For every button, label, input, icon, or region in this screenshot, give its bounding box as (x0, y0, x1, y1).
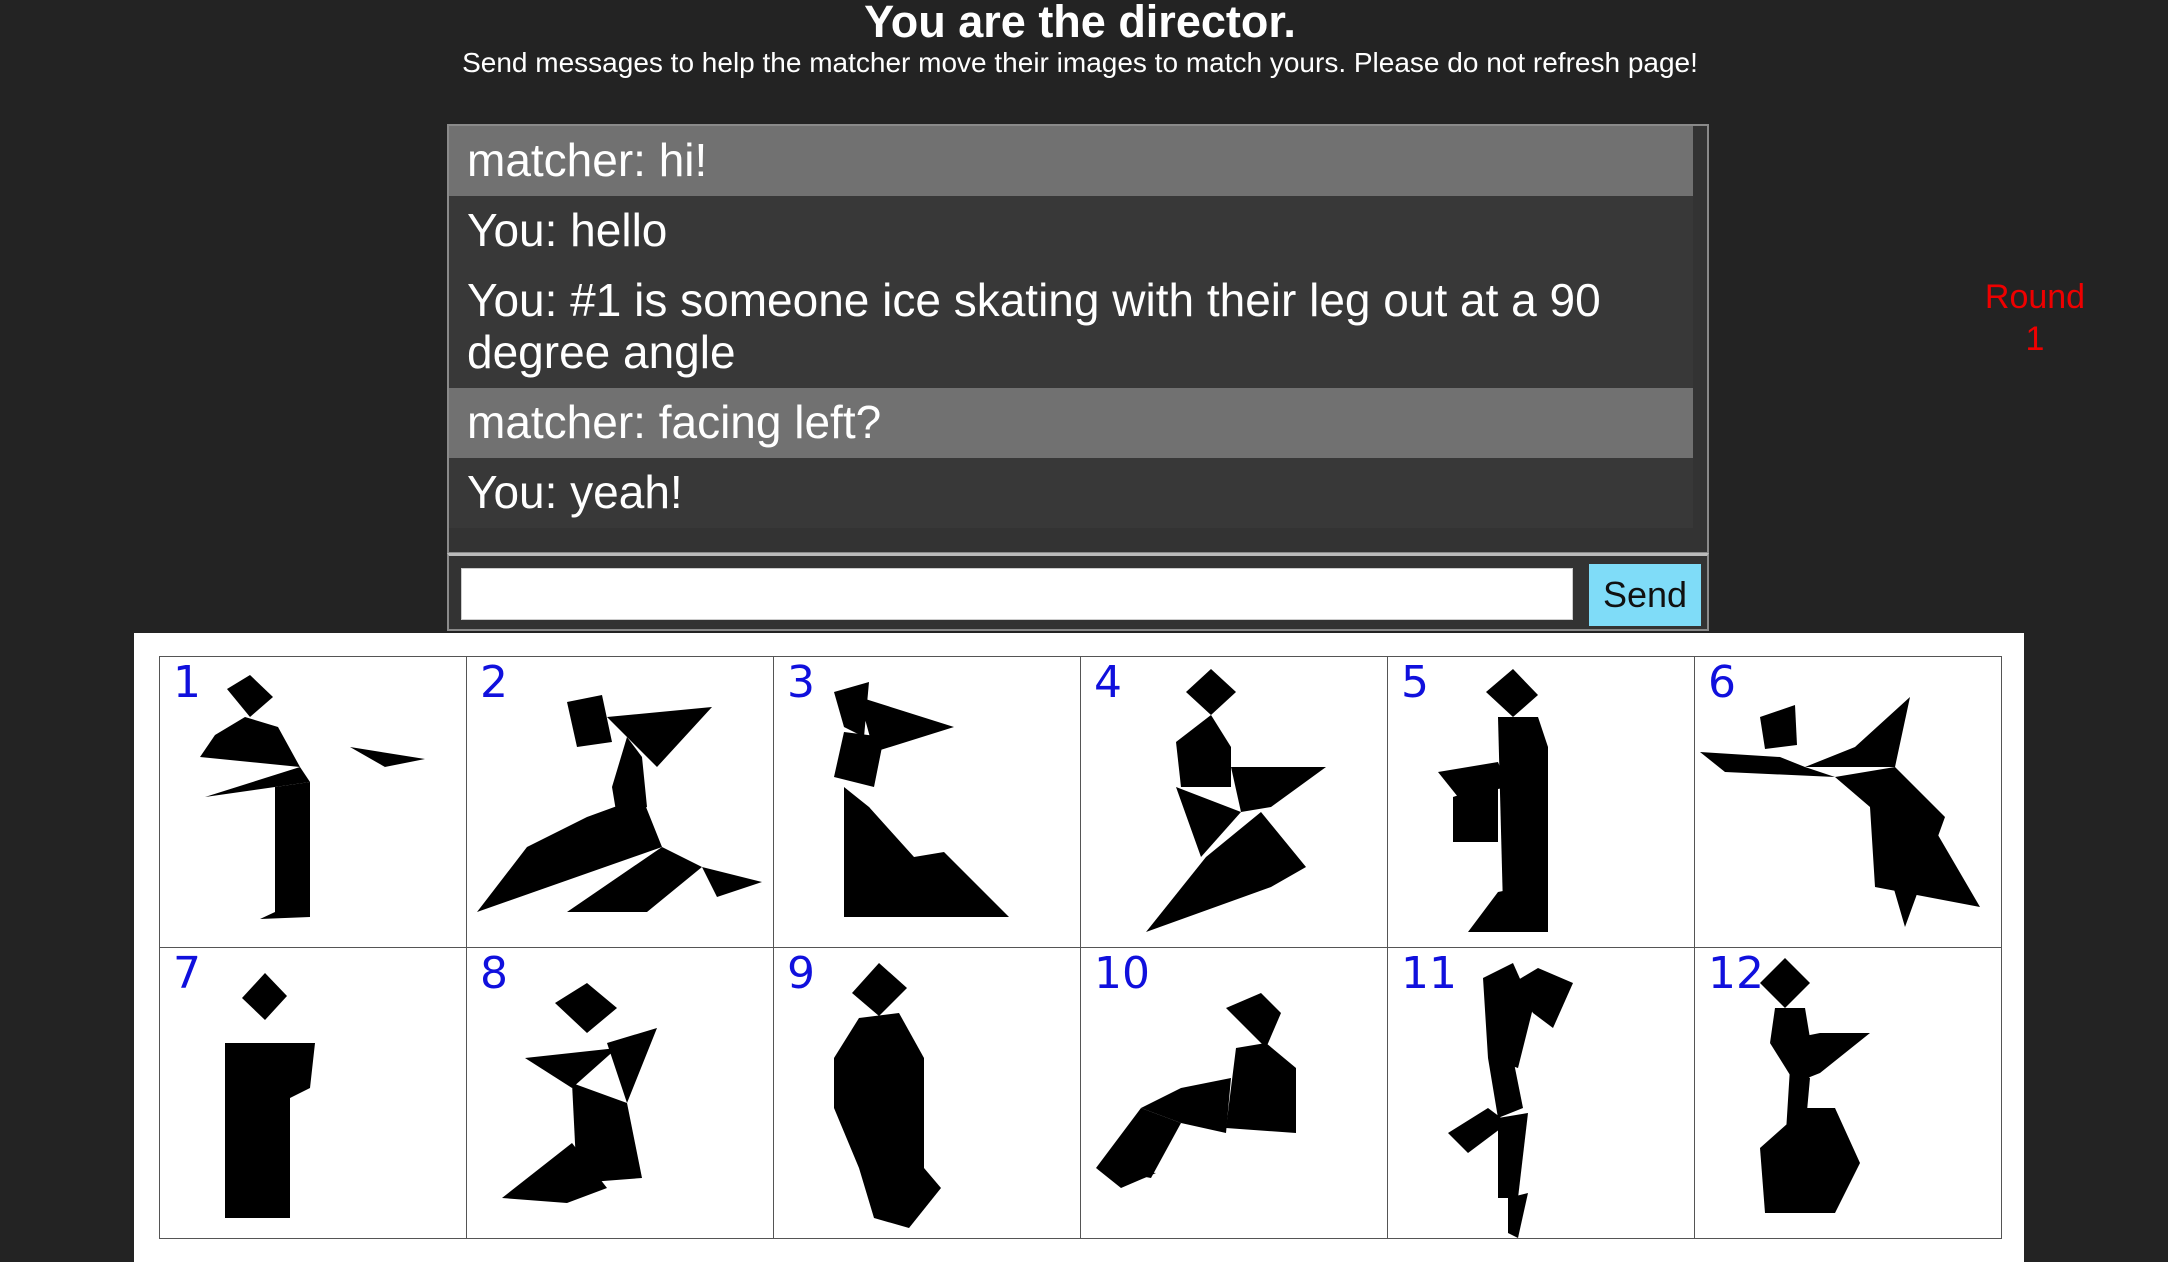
chat-message-you: You: #1 is someone ice skating with thei… (449, 266, 1693, 388)
tangram-board: 1 2 3 4 5 6 7 8 9 10 11 12 (134, 633, 2024, 1262)
chat-message-you: You: yeah! (449, 458, 1693, 528)
send-button[interactable]: Send (1589, 564, 1701, 626)
tangram-sitting-figure-icon (834, 682, 1009, 917)
chat-log[interactable]: matcher: hi! You: hello You: #1 is someo… (447, 124, 1709, 554)
tangram-standing-figure-icon (1438, 669, 1548, 932)
page-title: You are the director. (864, 0, 1296, 47)
tangram-reclining-figure-icon (1096, 993, 1296, 1188)
chat-message-matcher: matcher: facing left? (449, 388, 1693, 458)
tangram-tile[interactable]: 9 (774, 948, 1081, 1239)
tangram-tile[interactable]: 5 (1388, 657, 1695, 948)
tangram-tile[interactable]: 10 (1081, 948, 1388, 1239)
tangram-bowing-figure-icon (502, 983, 657, 1203)
page-subtitle: Send messages to help the matcher move t… (462, 47, 1698, 78)
tangram-grid: 1 2 3 4 5 6 7 8 9 10 11 12 (159, 656, 2002, 1239)
message-composer: Send (447, 553, 1709, 631)
round-indicator: Round 1 (1960, 276, 2110, 360)
tangram-walking-figure-icon (1448, 963, 1573, 1238)
tangram-crouching-figure-icon (1146, 669, 1326, 932)
chat-message-matcher: matcher: hi! (449, 126, 1693, 196)
tangram-kneeling-figure-icon (477, 695, 762, 912)
tangram-block-figure-icon (225, 973, 315, 1218)
round-number: 1 (2025, 320, 2045, 358)
chat-message-you: You: hello (449, 196, 1693, 266)
tangram-ice-skater-icon (200, 675, 425, 919)
tangram-tile[interactable]: 3 (774, 657, 1081, 948)
tangram-bottle-figure-icon (834, 963, 941, 1228)
tangram-tile[interactable]: 2 (467, 657, 774, 948)
round-label: Round (1984, 278, 2086, 316)
tangram-seated-figure-icon (1760, 958, 1870, 1213)
tangram-tile[interactable]: 4 (1081, 657, 1388, 948)
tangram-tile[interactable]: 8 (467, 948, 774, 1239)
tangram-flying-figure-icon (1700, 697, 1980, 927)
tangram-tile[interactable]: 7 (160, 948, 467, 1239)
tangram-tile[interactable]: 12 (1695, 948, 2002, 1239)
message-input[interactable] (461, 568, 1573, 620)
tangram-tile[interactable]: 6 (1695, 657, 2002, 948)
tangram-tile[interactable]: 1 (160, 657, 467, 948)
tangram-tile[interactable]: 11 (1388, 948, 1695, 1239)
